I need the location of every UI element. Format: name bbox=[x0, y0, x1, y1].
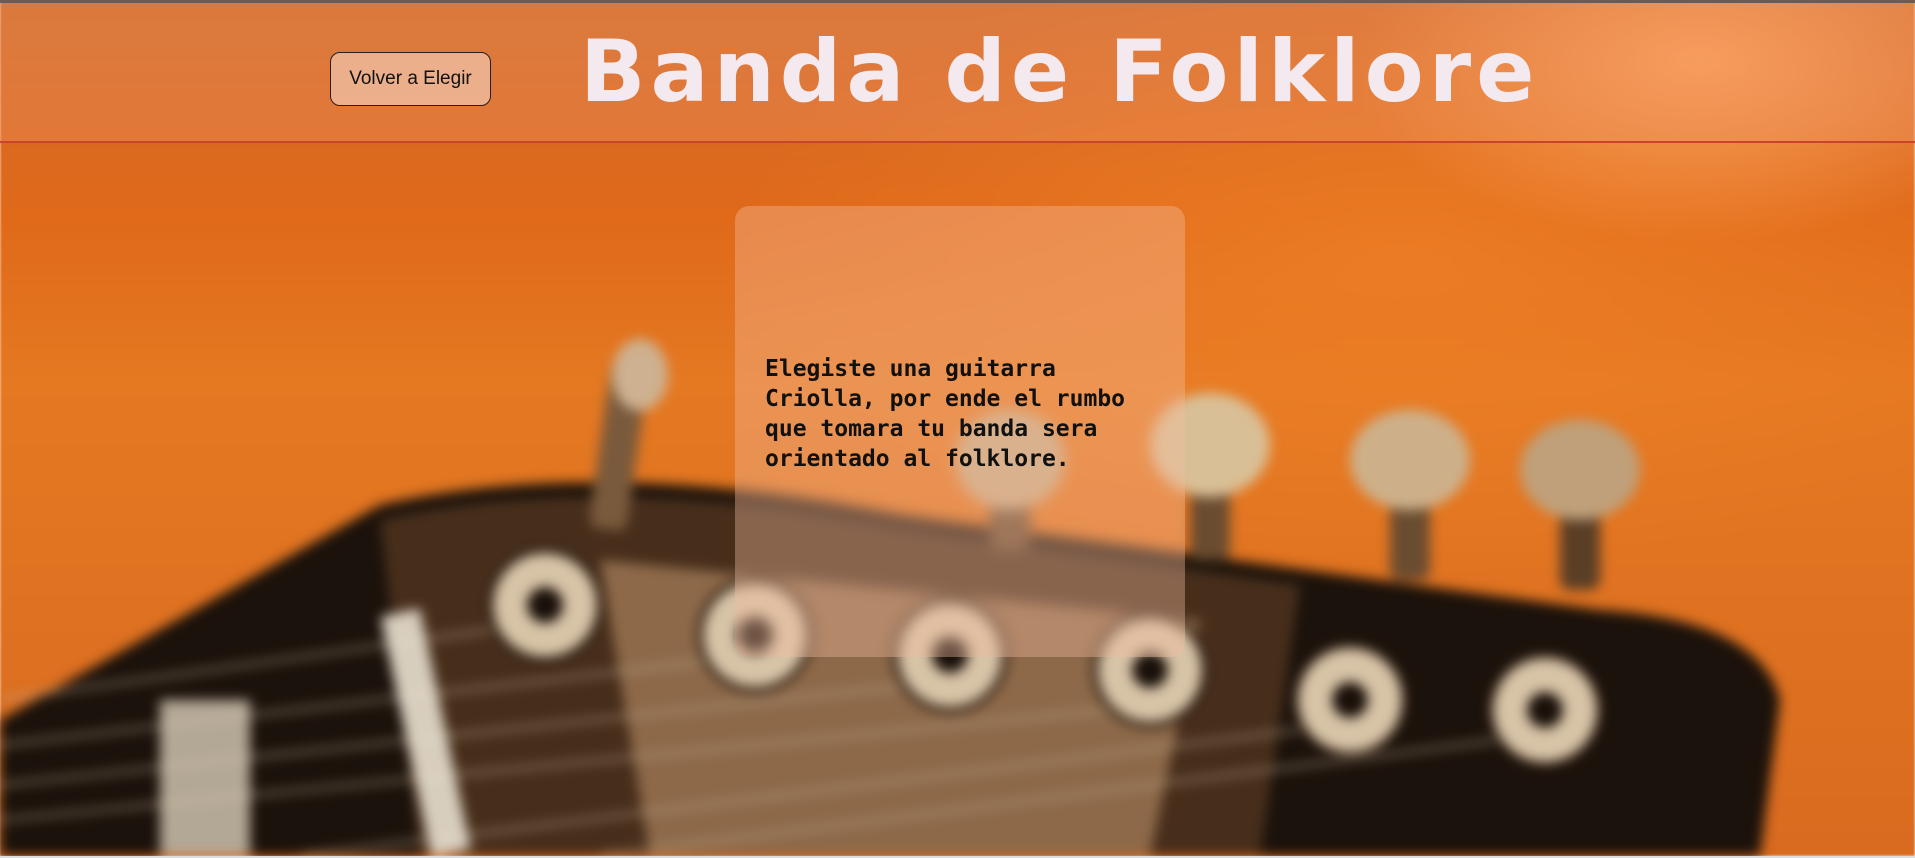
header-bar: Volver a Elegir Banda de Folklore bbox=[0, 0, 1915, 143]
page-title: Banda de Folklore bbox=[580, 22, 1540, 122]
page: Volver a Elegir Banda de Folklore Elegis… bbox=[0, 0, 1915, 858]
back-to-choose-button[interactable]: Volver a Elegir bbox=[330, 52, 491, 106]
message-text: Elegiste una guitarra Criolla, por ende … bbox=[765, 356, 1126, 472]
message-card: Elegiste una guitarra Criolla, por ende … bbox=[735, 206, 1185, 657]
